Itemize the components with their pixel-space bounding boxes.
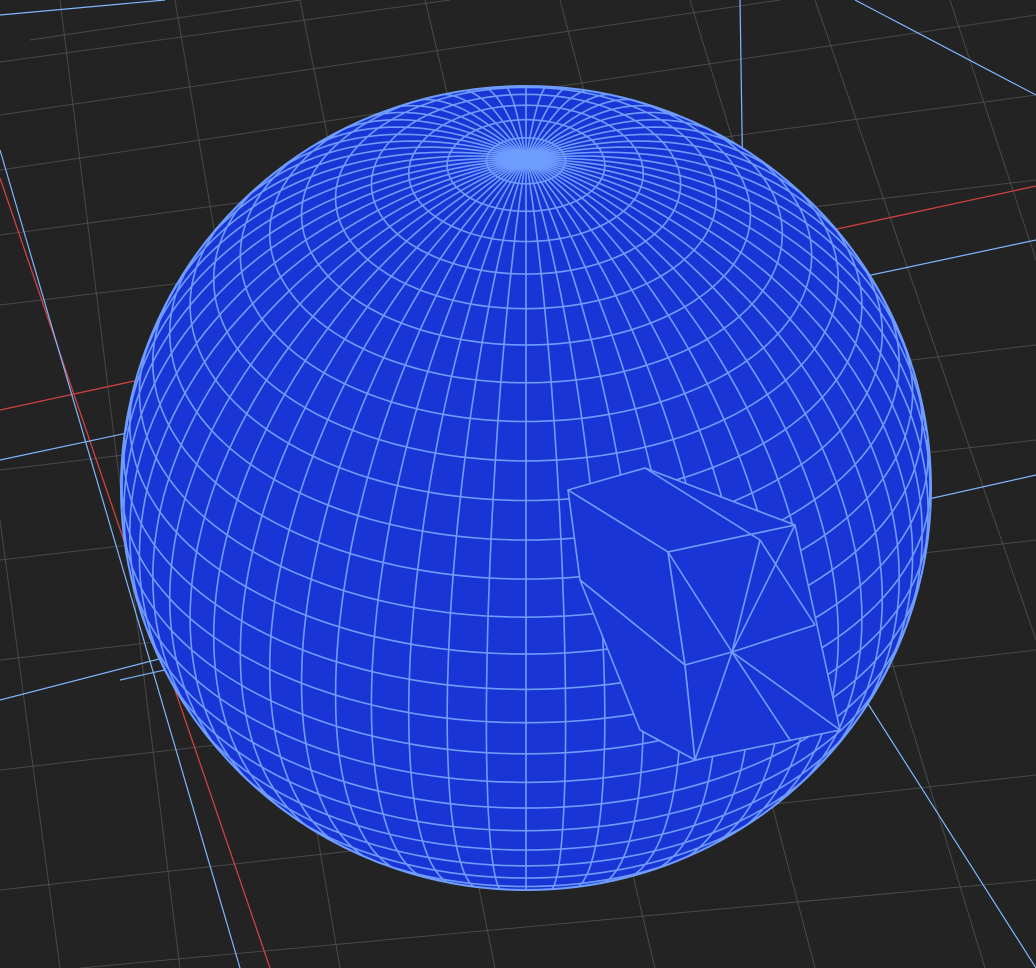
grid-line — [79, 879, 1036, 968]
3d-viewport[interactable] — [0, 0, 1036, 968]
viewport-canvas[interactable] — [0, 0, 1036, 968]
grid-line — [29, 0, 301, 41]
grid-line — [0, 519, 61, 968]
sphere-mesh[interactable] — [120, 84, 932, 892]
grid-line — [949, 0, 1036, 261]
grid-line — [0, 0, 781, 116]
